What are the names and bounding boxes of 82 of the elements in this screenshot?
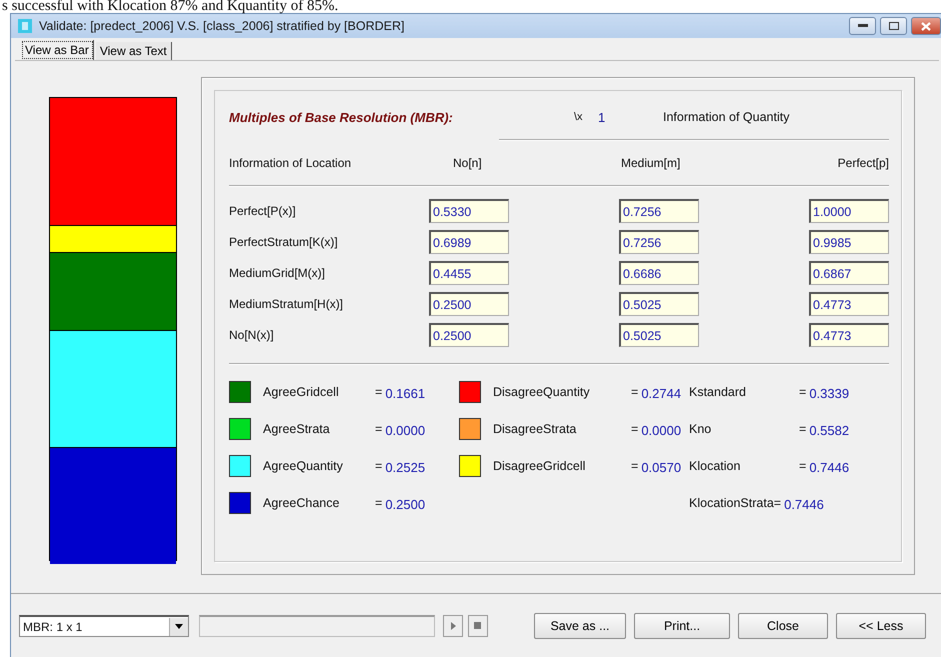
legend-value: 0.2500 bbox=[385, 497, 426, 512]
value-field[interactable]: 0.4455 bbox=[429, 261, 509, 285]
dialog-button[interactable]: Print... bbox=[634, 613, 730, 639]
progress-field[interactable] bbox=[199, 615, 435, 637]
equals-sign: = bbox=[375, 384, 382, 398]
row-label: MediumGrid[M(x)] bbox=[229, 266, 326, 280]
stat-label: Kstandard bbox=[689, 384, 747, 398]
column-header: Perfect[p] bbox=[838, 156, 889, 170]
legend-label: AgreeGridcell bbox=[263, 384, 340, 398]
value-field[interactable]: 0.9985 bbox=[809, 230, 889, 254]
window-title: Validate: [predect_2006] V.S. [class_2006] stratified by [BORDER] bbox=[39, 19, 404, 33]
quantity-heading: Information of Quantity bbox=[663, 110, 790, 124]
value-field[interactable]: 0.5025 bbox=[619, 292, 699, 316]
column-header: Medium[m] bbox=[620, 156, 680, 170]
value-field[interactable]: 0.7256 bbox=[619, 199, 699, 223]
value-field[interactable]: 0.6989 bbox=[429, 230, 509, 254]
legend-label: DisagreeQuantity bbox=[493, 384, 591, 398]
value-field[interactable]: 0.7256 bbox=[619, 230, 699, 254]
stat-label: KlocationStrata bbox=[689, 496, 774, 510]
mbr-dropdown[interactable]: MBR: 1 x 1 bbox=[19, 615, 189, 637]
play-button[interactable] bbox=[443, 615, 463, 637]
location-heading: Information of Location bbox=[229, 156, 352, 170]
mbr-value: 1 bbox=[598, 110, 606, 124]
legend-label: AgreeQuantity bbox=[263, 458, 344, 472]
stop-icon bbox=[474, 622, 482, 630]
value-field[interactable]: 0.2500 bbox=[429, 292, 509, 316]
column-header: No[n] bbox=[452, 156, 482, 170]
equals-sign: = bbox=[799, 384, 806, 398]
dialog-button[interactable]: << Less bbox=[836, 613, 926, 639]
equals-sign: = bbox=[631, 458, 638, 472]
tab[interactable]: View as Text bbox=[96, 42, 172, 60]
caret-icon bbox=[175, 624, 183, 629]
legend-value: 0.1661 bbox=[385, 386, 426, 401]
multiply-sign: \x bbox=[574, 111, 584, 123]
legend-label: AgreeChance bbox=[263, 496, 340, 510]
equals-sign: = bbox=[799, 422, 806, 436]
value-field[interactable]: 0.5330 bbox=[429, 199, 509, 223]
equals-sign: = bbox=[375, 422, 382, 436]
dialog-button[interactable]: Save as ... bbox=[534, 613, 626, 639]
equals-sign: = bbox=[375, 458, 382, 472]
mbr-label: Multiples of Base Resolution (MBR): bbox=[229, 110, 454, 124]
equals-sign: = bbox=[774, 496, 782, 510]
legend-label: AgreeStrata bbox=[263, 422, 331, 436]
equals-sign: = bbox=[375, 496, 382, 510]
stop-button[interactable] bbox=[468, 615, 488, 637]
app-icon bbox=[17, 18, 33, 34]
stat-label: Kno bbox=[689, 422, 712, 436]
maximize-button[interactable] bbox=[880, 17, 907, 35]
row-label: Perfect[P(x)] bbox=[229, 204, 297, 218]
row-label: No[N(x)] bbox=[229, 328, 275, 342]
legend-value: 0.2744 bbox=[641, 386, 682, 401]
minimize-button[interactable] bbox=[849, 17, 876, 35]
stat-value: 0.5582 bbox=[809, 423, 850, 438]
equals-sign: = bbox=[631, 422, 638, 436]
minimize-icon bbox=[858, 24, 868, 28]
legend-label: DisagreeStrata bbox=[493, 422, 578, 436]
legend-value: 0.0000 bbox=[641, 423, 682, 438]
legend-value: 0.2525 bbox=[385, 460, 426, 475]
stat-value: 0.7446 bbox=[784, 497, 824, 512]
stat-value: 0.3339 bbox=[809, 386, 850, 401]
legend-value: 0.0000 bbox=[385, 423, 426, 438]
stat-value: 0.7446 bbox=[809, 460, 850, 475]
play-icon bbox=[449, 622, 457, 630]
dialog-button[interactable]: Close bbox=[738, 613, 828, 639]
legend-value: 0.0570 bbox=[641, 460, 682, 475]
maximize-icon bbox=[888, 22, 898, 30]
value-field[interactable]: 0.6686 bbox=[619, 261, 699, 285]
close-icon bbox=[921, 22, 931, 30]
value-field[interactable]: 1.0000 bbox=[809, 199, 889, 223]
value-field[interactable]: 0.4773 bbox=[809, 323, 889, 347]
stat-label: Klocation bbox=[689, 458, 742, 472]
equals-sign: = bbox=[631, 384, 638, 398]
value-field[interactable]: 0.4773 bbox=[809, 292, 889, 316]
tab[interactable]: View as Bar bbox=[21, 40, 94, 60]
value-field[interactable]: 0.6867 bbox=[809, 261, 889, 285]
value-field[interactable]: 0.2500 bbox=[429, 323, 509, 347]
row-label: PerfectStratum[K(x)] bbox=[229, 235, 339, 249]
row-label: MediumStratum[H(x)] bbox=[229, 297, 344, 311]
equals-sign: = bbox=[799, 458, 806, 472]
close-button[interactable] bbox=[911, 17, 941, 35]
value-field[interactable]: 0.5025 bbox=[619, 323, 699, 347]
legend-label: DisagreeGridcell bbox=[493, 458, 586, 472]
